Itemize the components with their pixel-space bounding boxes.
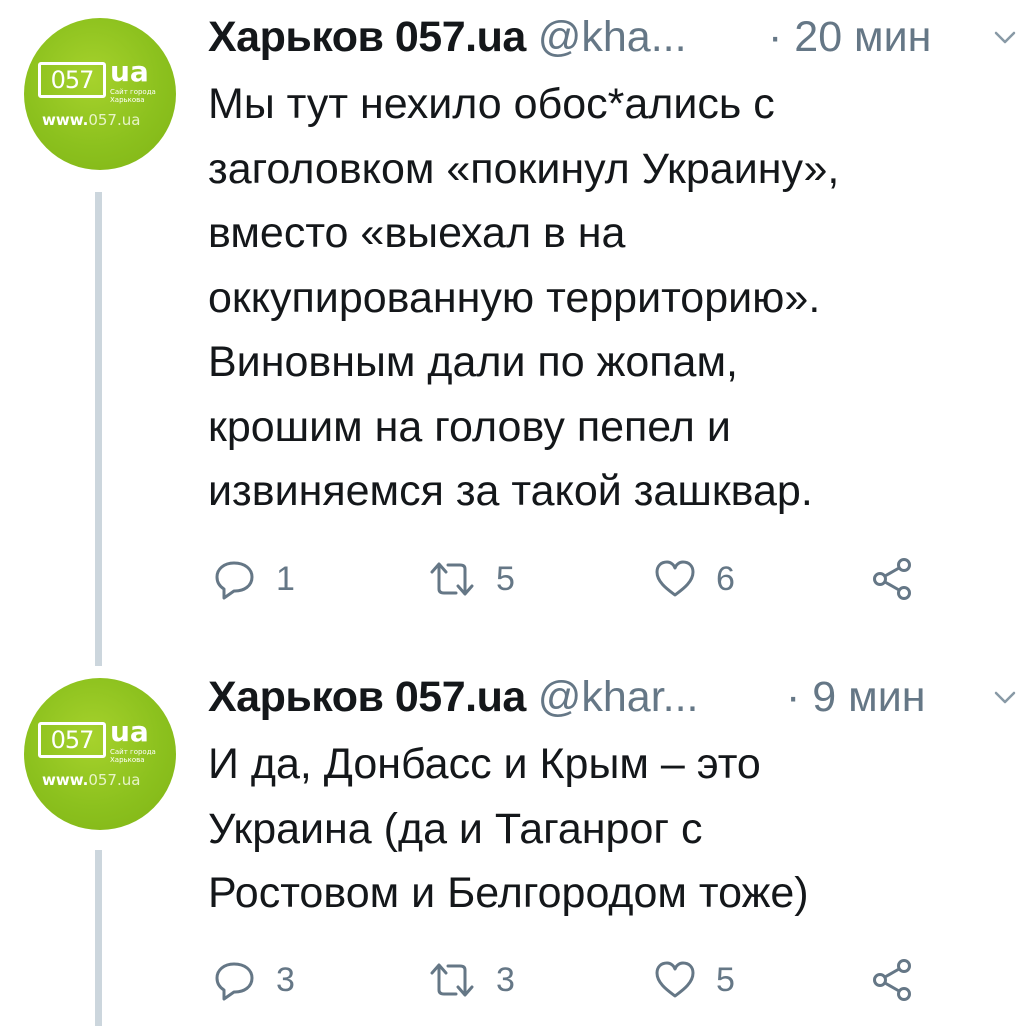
avatar-logo-url: www.057.ua (42, 111, 141, 129)
reply-count: 3 (276, 961, 295, 999)
chevron-down-icon[interactable] (992, 684, 1018, 710)
reply-icon (215, 561, 254, 600)
avatar-logo-url: www.057.ua (42, 771, 141, 789)
reply-count: 1 (276, 560, 295, 598)
retweet-icon (430, 562, 474, 596)
avatar-logo-subtitle: Сайт города Харькова (110, 748, 156, 764)
separator-dot: · (768, 13, 783, 61)
tweet-text: И да, Донбасс и Крым – это Украина (да и… (208, 740, 809, 917)
thread-connector-line (95, 192, 102, 666)
author-name[interactable]: Харьков 057.ua (208, 673, 526, 721)
retweet-count: 5 (496, 560, 515, 598)
like-count: 6 (716, 560, 735, 598)
avatar-logo-subtitle: Сайт города Харькова (110, 88, 156, 104)
avatar[interactable]: 057 ua Сайт города Харькова www.057.ua (24, 678, 176, 830)
separator-dot: · (786, 673, 801, 721)
chevron-down-icon[interactable] (992, 24, 1018, 50)
author-name[interactable]: Харьков 057.ua (208, 13, 526, 61)
like-icon (655, 961, 695, 998)
reply-button[interactable]: 1 (212, 554, 295, 604)
author-handle[interactable]: @kha... (538, 13, 687, 61)
tweet-header: Харьков 057.ua @khar... · 9 мин (208, 670, 1018, 726)
tweet-header: Харьков 057.ua @kha... · 20 мин (208, 10, 1018, 66)
avatar-logo-ua: ua (110, 715, 149, 748)
avatar-logo-number: 057 (38, 722, 106, 758)
share-button[interactable] (870, 554, 916, 604)
retweet-button[interactable]: 3 (426, 955, 515, 1005)
tweet-timestamp[interactable]: 20 мин (794, 13, 931, 61)
avatar[interactable]: 057 ua Сайт города Харькова www.057.ua (24, 18, 176, 170)
retweet-button[interactable]: 5 (426, 554, 515, 604)
avatar-logo-number: 057 (38, 62, 106, 98)
reply-button[interactable]: 3 (212, 955, 295, 1005)
share-icon (873, 959, 911, 1001)
share-icon (873, 558, 911, 600)
tweet-text: Мы тут нехило обос*ались с заголовком «п… (208, 80, 840, 515)
tweet[interactable]: 057 ua Сайт города Харькова www.057.ua Х… (0, 660, 1034, 1026)
like-count: 5 (716, 961, 735, 999)
share-button[interactable] (870, 955, 916, 1005)
reply-icon (215, 962, 254, 1001)
author-handle[interactable]: @khar... (538, 673, 699, 721)
avatar-logo-ua: ua (110, 55, 149, 88)
like-button[interactable]: 5 (652, 955, 735, 1005)
retweet-count: 3 (496, 961, 515, 999)
retweet-icon (430, 963, 474, 997)
tweet[interactable]: 057 ua Сайт города Харькова www.057.ua Х… (0, 0, 1034, 666)
thread-connector-line (95, 850, 102, 1026)
tweet-timestamp[interactable]: 9 мин (812, 673, 925, 721)
tweet-actions: 1 5 6 (208, 554, 1008, 604)
tweet-actions: 3 3 5 (208, 955, 1008, 1005)
like-icon (655, 560, 695, 597)
like-button[interactable]: 6 (652, 554, 735, 604)
